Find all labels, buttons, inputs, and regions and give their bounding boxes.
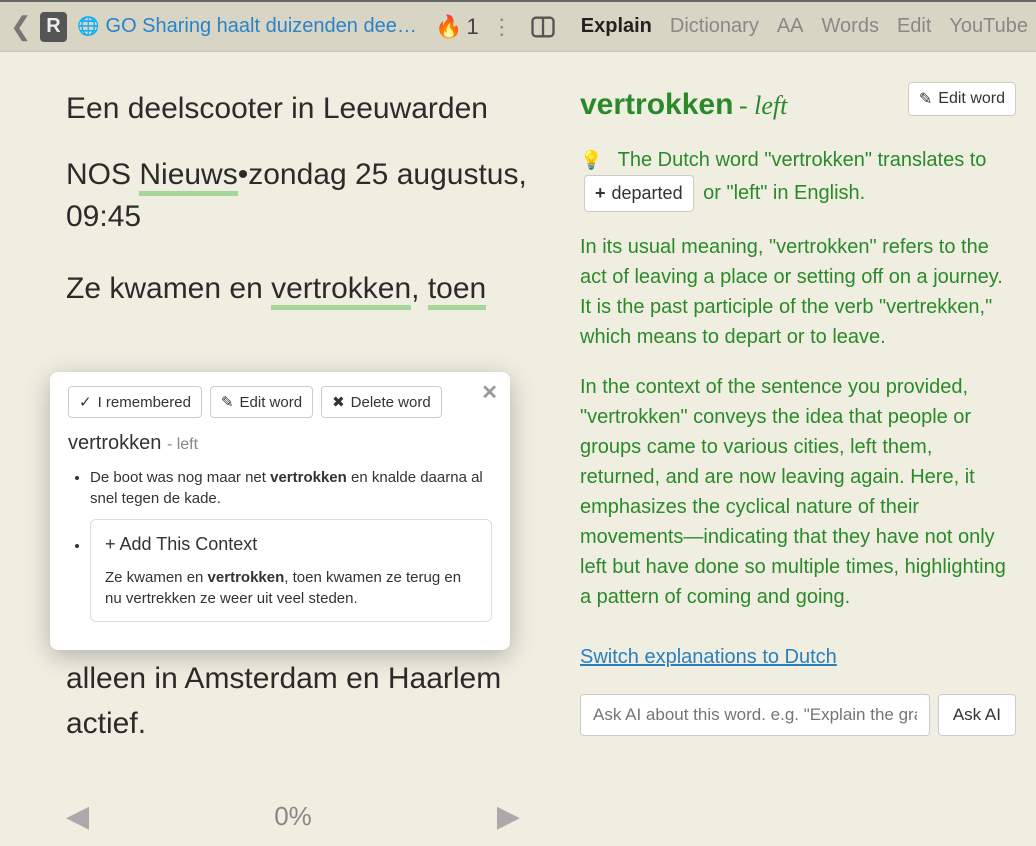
pencil-icon: ✎ [221, 393, 234, 411]
label: I remembered [98, 394, 191, 411]
label: Edit word [240, 394, 303, 411]
globe-icon: 🌐 [77, 16, 99, 37]
tab-words[interactable]: Words [822, 15, 879, 38]
popup-actions: ✓ I remembered ✎ Edit word ✖ Delete word [68, 386, 492, 418]
text: The Dutch word "vertrokken" translates t… [618, 149, 987, 171]
app-logo[interactable]: R [40, 12, 67, 42]
x-icon: ✖ [332, 393, 345, 411]
top-bar: ❮ R 🌐 GO Sharing haalt duizenden deelsco… [0, 0, 1036, 52]
word-toen[interactable]: toen [428, 272, 486, 310]
text: Ze kwamen en [105, 569, 208, 586]
explain-title: vertrokken - left [580, 82, 787, 127]
highlight-word: vertrokken [208, 569, 285, 586]
word-vertrokken[interactable]: vertrokken [271, 272, 411, 310]
tab-youtube[interactable]: YouTube [949, 15, 1028, 38]
check-icon: ✓ [79, 393, 92, 411]
popup-word: vertrokken [68, 432, 161, 454]
word-popup: ✕ ✓I remembered ✎Edit word ✖Delete word … [50, 372, 510, 650]
remembered-button[interactable]: ✓ I remembered [68, 386, 202, 418]
list-item: + Add This Context Ze kwamen en vertrokk… [90, 519, 492, 622]
menu-bar: Explain Dictionary AA Words Edit YouTube [581, 15, 1028, 38]
text: Ze kwamen en [66, 272, 271, 305]
pencil-icon: ✎ [919, 89, 932, 109]
sentence-1: Ze kwamen en vertrokken, toen [66, 266, 530, 311]
context-sentence: Ze kwamen en vertrokken, toen kwamen ze … [105, 567, 477, 609]
image-caption: Een deelscooter in Leeuwarden [66, 92, 530, 126]
source-link[interactable]: Nieuws [139, 158, 237, 196]
edit-word-button[interactable]: ✎ Edit word [210, 386, 313, 418]
more-menu-icon[interactable]: ⋮ [491, 14, 513, 40]
text: or "left" in English. [703, 182, 865, 204]
add-translation-chip[interactable]: +departed [584, 175, 694, 212]
tab-aa[interactable]: AA [777, 15, 804, 38]
source-prefix: NOS [66, 158, 139, 191]
popup-heading: vertrokken - left [68, 432, 492, 455]
explain-word: vertrokken [580, 88, 733, 121]
edit-word-button[interactable]: ✎ Edit word [908, 82, 1016, 116]
text: , [411, 272, 428, 305]
next-page-icon[interactable]: ▶ [497, 799, 520, 834]
explain-paragraph: In the context of the sentence you provi… [580, 372, 1016, 612]
ask-ai-row: Ask AI [580, 694, 1016, 736]
article-meta: NOS Nieuws•zondag 25 augustus, 09:45 [66, 154, 530, 238]
tab-dictionary[interactable]: Dictionary [670, 15, 759, 38]
ask-ai-button[interactable]: Ask AI [938, 694, 1016, 736]
pager: ◀ 0% ▶ [66, 799, 520, 834]
add-context-title: + Add This Context [105, 532, 477, 557]
list-item: De boot was nog maar net vertrokken en k… [90, 467, 492, 509]
flame-icon: 🔥 [435, 14, 462, 40]
explain-translation: - left [739, 91, 787, 120]
lightbulb-icon: 💡 [580, 150, 602, 170]
back-icon[interactable]: ❮ [8, 11, 34, 42]
add-context-box[interactable]: + Add This Context Ze kwamen en vertrokk… [90, 519, 492, 622]
panel-toggle-icon[interactable] [529, 13, 557, 41]
example-list: De boot was nog maar net vertrokken en k… [68, 467, 492, 622]
close-icon[interactable]: ✕ [481, 380, 498, 405]
tab-explain[interactable]: Explain [581, 15, 652, 38]
delete-word-button[interactable]: ✖ Delete word [321, 386, 442, 418]
progress-percent: 0% [274, 801, 312, 832]
streak-count: 1 [467, 14, 479, 40]
tab-edit[interactable]: Edit [897, 15, 931, 38]
explain-header: vertrokken - left ✎ Edit word [580, 82, 1016, 127]
explain-pane: vertrokken - left ✎ Edit word 💡 The Dutch… [560, 52, 1036, 846]
switch-language-link[interactable]: Switch explanations to Dutch [580, 642, 837, 672]
chip-label: departed [612, 180, 683, 207]
popup-translation: - left [167, 436, 198, 453]
page-title[interactable]: GO Sharing haalt duizenden deelsco… [106, 15, 422, 38]
streak-indicator[interactable]: 🔥 1 [435, 14, 479, 40]
label: Edit word [938, 90, 1005, 108]
reader-pane: Een deelscooter in Leeuwarden NOS Nieuws… [0, 52, 560, 846]
prev-page-icon[interactable]: ◀ [66, 799, 89, 834]
main-area: Een deelscooter in Leeuwarden NOS Nieuws… [0, 52, 1036, 846]
plus-icon: + [595, 180, 606, 207]
text: De boot was nog maar net [90, 469, 270, 486]
explain-paragraph: In its usual meaning, "vertrokken" refer… [580, 232, 1016, 352]
highlight-word: vertrokken [270, 469, 347, 486]
ask-ai-input[interactable] [580, 694, 930, 736]
explain-intro: 💡 The Dutch word "vertrokken" translates… [580, 145, 1016, 212]
label: Delete word [351, 394, 431, 411]
